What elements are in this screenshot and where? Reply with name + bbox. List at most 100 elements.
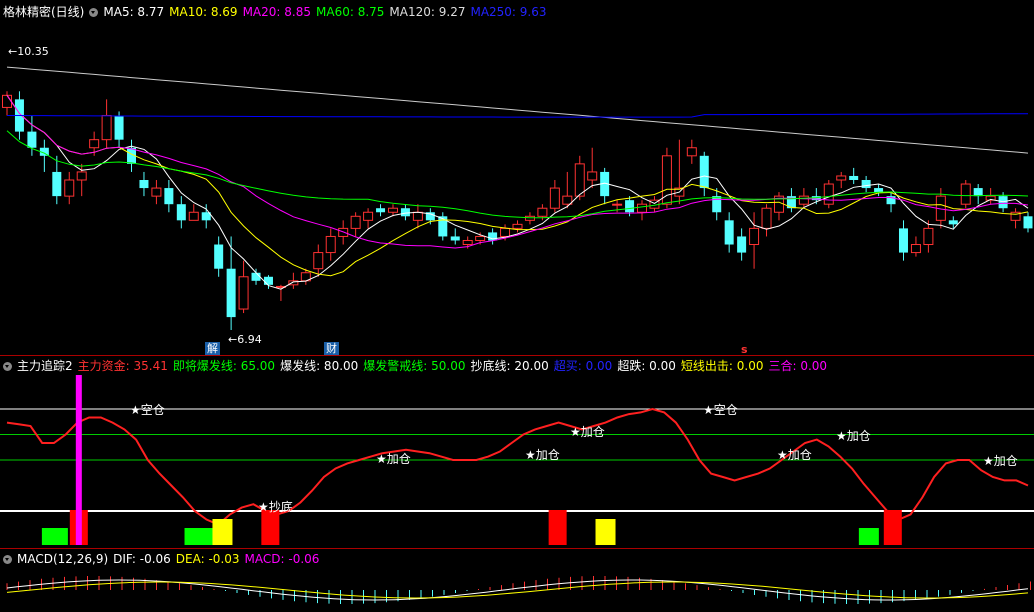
cdx-label: 抄底线: 20.00 [470,359,549,373]
ma20-label: MA20: 8.85 [242,5,311,19]
candle-body [898,228,908,253]
low-price-value: 6.94 [237,333,262,346]
high-marker-icon: ← [8,45,18,58]
candle-body [164,188,174,205]
macd-pane [6,576,1031,604]
low-price-label: ←6.94 [228,333,262,346]
cm-label: 超买: 0.00 [553,359,613,373]
candle-body [724,220,734,245]
candle-body [176,204,186,221]
candle-body [574,163,585,197]
signal-bar [858,528,879,545]
ma60-label: MA60: 8.75 [316,5,385,19]
candle-body [2,94,12,108]
zlzj-label: 主力资金: 35.41 [77,359,168,373]
candle-body [524,215,535,221]
signal-bar [184,528,213,545]
main-pane [0,0,1034,355]
candle-body [960,183,971,205]
spike-bar [75,375,82,545]
ma250-label: MA250: 9.63 [470,5,547,19]
candle-body [637,203,648,213]
stock-name: 格林精密(日线) [3,5,85,19]
candle-body [325,235,336,254]
dea-label: DEA: -0.03 [175,552,240,566]
candle-body [712,196,722,213]
candle-body [749,227,760,246]
candle-body [238,276,249,310]
candle-body [151,187,162,197]
candle-body [114,115,124,140]
cd-label: 超跌: 0.00 [617,359,676,373]
event-tag-1[interactable]: 解 [205,342,220,355]
candle-body [549,187,560,209]
candle-body [263,276,273,285]
signal-annotation: ★加仓 [983,454,1018,468]
indicator-dropdown-icon[interactable] [3,361,12,371]
candle-body [64,179,75,197]
signal-bar [883,510,902,545]
signal-annotation: ★抄底 [258,499,293,514]
candle-body [350,215,361,229]
candle-body [226,268,236,318]
macd-label: MACD: -0.06 [244,552,320,566]
candle-body [313,252,324,270]
candle-body [910,244,921,254]
candle-body [973,188,983,197]
signal-bar [548,510,567,545]
candle-body [27,131,37,148]
jjbfx-label: 即将爆发线: 65.00 [172,359,276,373]
dif-label: DIF: -0.06 [113,552,171,566]
candle-body [188,211,199,221]
macd-dropdown-icon[interactable] [3,554,12,564]
candle-body [475,235,486,241]
candle-body [400,208,410,217]
sh-label: 三合: 0.00 [768,359,828,373]
candle-body [52,171,62,197]
candle-body [798,195,809,205]
candle-body [836,175,847,181]
candle-body [376,208,386,213]
indicator-pane: ★空仓 ★抄底 ★加仓 ★加仓 ★加仓 ★空仓 ★加仓 ★加仓 ★加仓 [0,375,1034,545]
candle-body [861,180,871,189]
candle-body [139,180,149,189]
dropdown-icon[interactable] [89,7,99,17]
candle-body [587,171,598,181]
signal-bar [212,519,233,545]
candle-body [874,188,884,193]
high-price-label: ←10.35 [8,45,49,58]
candle-body [500,227,511,237]
bfjjx-label: 爆发警戒线: 50.00 [363,359,466,373]
candle-body [214,244,224,269]
dxcj-label: 短线出击: 0.00 [680,359,764,373]
ma10-label: MA10: 8.69 [169,5,238,19]
candle-body [948,220,958,225]
signal-annotation: ★加仓 [836,429,871,443]
macd-name: MACD(12,26,9) [17,552,109,566]
candle-body [438,216,448,237]
candle-body [612,203,623,206]
low-marker-icon: ← [228,333,238,346]
bfx-label: 爆发线: 80.00 [280,359,359,373]
ma5-label: MA5: 8.77 [103,5,165,19]
candle-body [686,147,697,157]
candle-body [699,155,709,189]
zlzj-line [6,407,1029,526]
signal-annotation: ★加仓 [777,448,812,462]
candle-body [761,207,772,229]
candle-body [537,207,548,217]
candle-body [450,236,460,241]
chart-canvas: ★空仓 ★抄底 ★加仓 ★加仓 ★加仓 ★空仓 ★加仓 ★加仓 ★加仓 [0,0,1034,604]
event-tag-2[interactable]: 财 [324,342,339,355]
signal-annotation: ★加仓 [570,425,605,439]
candle-body [923,227,934,246]
candle-body [251,272,261,281]
signal-annotation: ★空仓 [130,403,165,417]
signal-annotation: ★加仓 [376,452,411,466]
event-tag-3[interactable]: s [739,343,750,356]
signal-bar [595,519,616,545]
signal-bar [41,528,68,545]
indicator-header: 主力追踪2 主力资金: 35.41 即将爆发线: 65.00 爆发线: 80.0… [0,358,832,374]
candle-body [363,211,374,221]
signal-annotation: ★加仓 [525,448,560,462]
